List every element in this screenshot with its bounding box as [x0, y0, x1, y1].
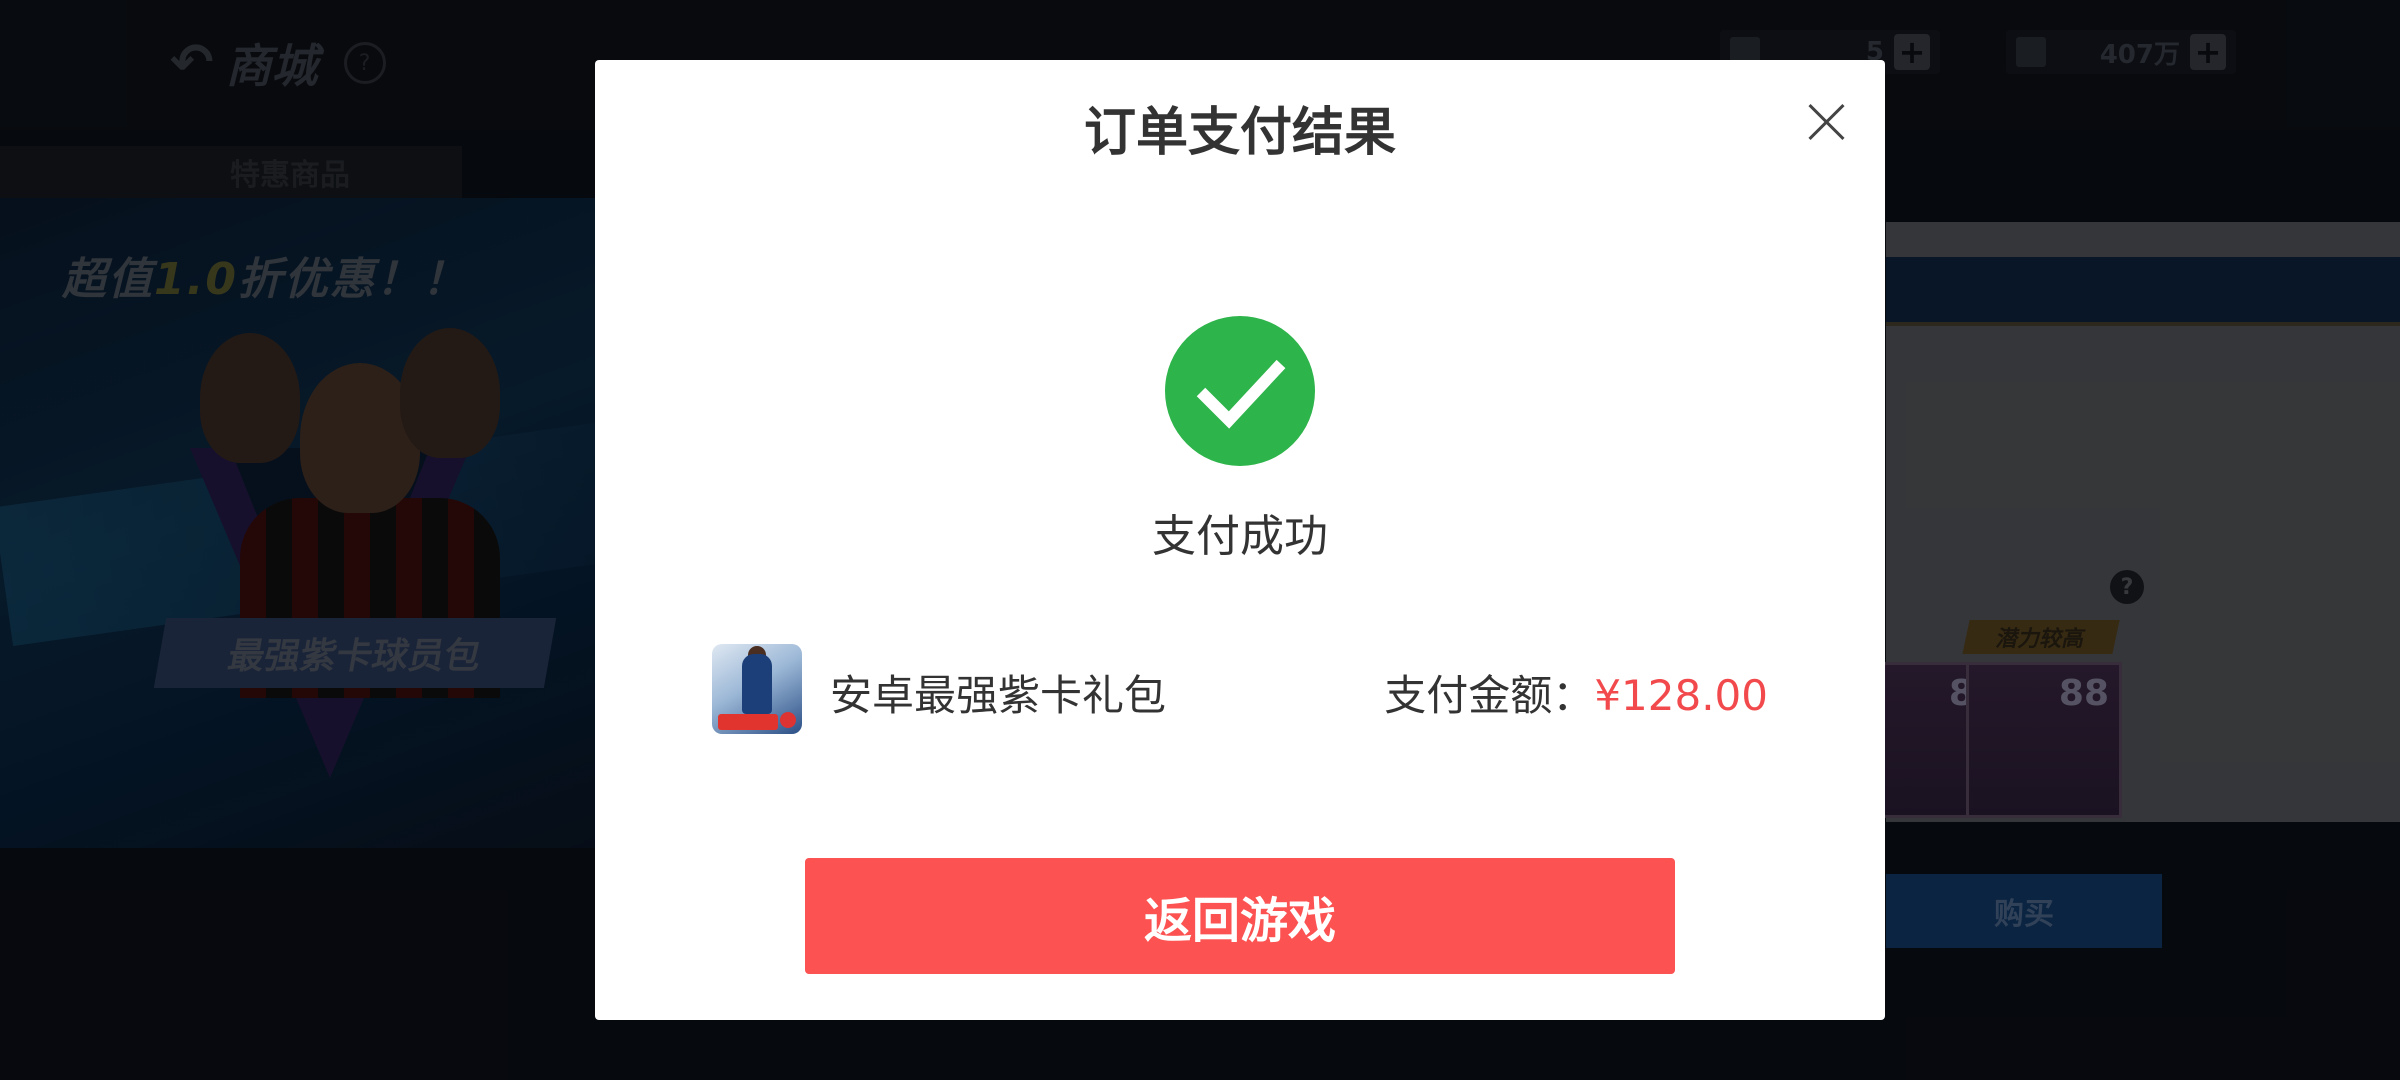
payment-status: 支付成功	[1152, 511, 1328, 562]
success-check-icon	[1165, 316, 1315, 466]
payment-amount: 支付金额：¥128.00	[1384, 662, 1768, 723]
product-thumbnail	[712, 644, 802, 734]
return-to-game-button[interactable]: 返回游戏	[805, 858, 1675, 974]
payment-result-dialog: 订单支付结果 支付成功 安卓最强紫卡礼包 支付金额：¥128.00 返回游戏	[595, 60, 1885, 1020]
amount-value: ¥128.00	[1594, 671, 1768, 720]
product-name: 安卓最强紫卡礼包	[830, 671, 1167, 720]
thumb-ball	[780, 712, 796, 728]
order-summary: 安卓最强紫卡礼包 支付金额：¥128.00	[712, 644, 1768, 740]
thumb-player-body	[742, 654, 772, 714]
dialog-title: 订单支付结果	[1083, 103, 1396, 163]
thumb-label	[718, 714, 778, 730]
amount-label: 支付金额：	[1384, 671, 1595, 720]
close-icon[interactable]	[1805, 100, 1849, 144]
